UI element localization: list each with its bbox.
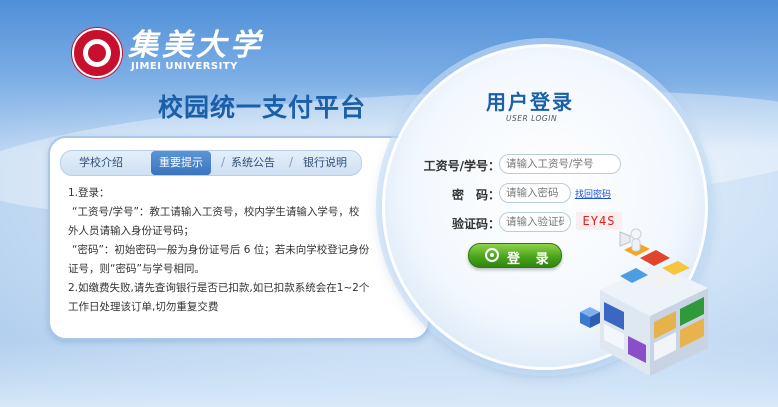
tab-school-intro[interactable]: 学校介绍	[79, 151, 123, 175]
notice-line: 证号，则“密码”与学号相同。	[68, 263, 205, 275]
university-logo	[72, 28, 122, 78]
forgot-password-link[interactable]: 找回密码	[575, 187, 611, 200]
login-button-label: 登 录	[507, 251, 555, 266]
tab-separator: /	[221, 155, 226, 169]
notice-line: 工作日处理该订单,切勿重复交费	[68, 301, 219, 313]
notice-line: 2.如缴费失败,请先查询银行是否已扣款,如已扣款系统会在1~2个	[68, 282, 370, 294]
tab-bar: 学校介绍 重要提示 / 系统公告 / 银行说明	[60, 150, 362, 176]
password-input[interactable]	[499, 183, 571, 203]
login-button[interactable]: 登 录	[468, 243, 562, 268]
cube-illustration	[580, 228, 708, 376]
tab-separator: /	[289, 155, 294, 169]
login-title: 用户登录	[486, 90, 574, 114]
platform-title: 校园统一支付平台	[158, 93, 367, 122]
notice-line: 1.登录：	[68, 187, 110, 199]
account-input[interactable]	[499, 154, 621, 174]
login-icon	[485, 248, 499, 262]
university-name-en: JIMEI UNIVERSITY	[131, 61, 238, 72]
captcha-label: 验证码：	[451, 217, 500, 231]
logo-core	[88, 44, 106, 62]
tab-system-announcement[interactable]: 系统公告	[231, 151, 275, 175]
notice-line: 外人员请输入身份证号码；	[68, 225, 194, 237]
captcha-input[interactable]	[499, 212, 571, 232]
tab-important-notice[interactable]: 重要提示	[151, 151, 211, 175]
tab-bank-info[interactable]: 银行说明	[303, 151, 347, 175]
account-label: 工资号/学号：	[423, 159, 500, 173]
notice-line: “密码”：初始密码一般为身份证号后 6 位；若未向学校登记身份	[72, 244, 370, 256]
login-subtitle: USER LOGIN	[506, 114, 558, 123]
notice-content: 1.登录： “工资号/学号”：教工请输入工资号，校内学生请输入学号，校 外人员请…	[68, 184, 418, 317]
notice-panel: 学校介绍 重要提示 / 系统公告 / 银行说明 1.登录： “工资号/学号”：教…	[48, 136, 430, 340]
university-name-cn: 集美大学	[128, 28, 264, 63]
password-label: 密 码：	[451, 188, 500, 202]
notice-line: “工资号/学号”：教工请输入工资号，校内学生请输入学号，校	[72, 206, 360, 218]
